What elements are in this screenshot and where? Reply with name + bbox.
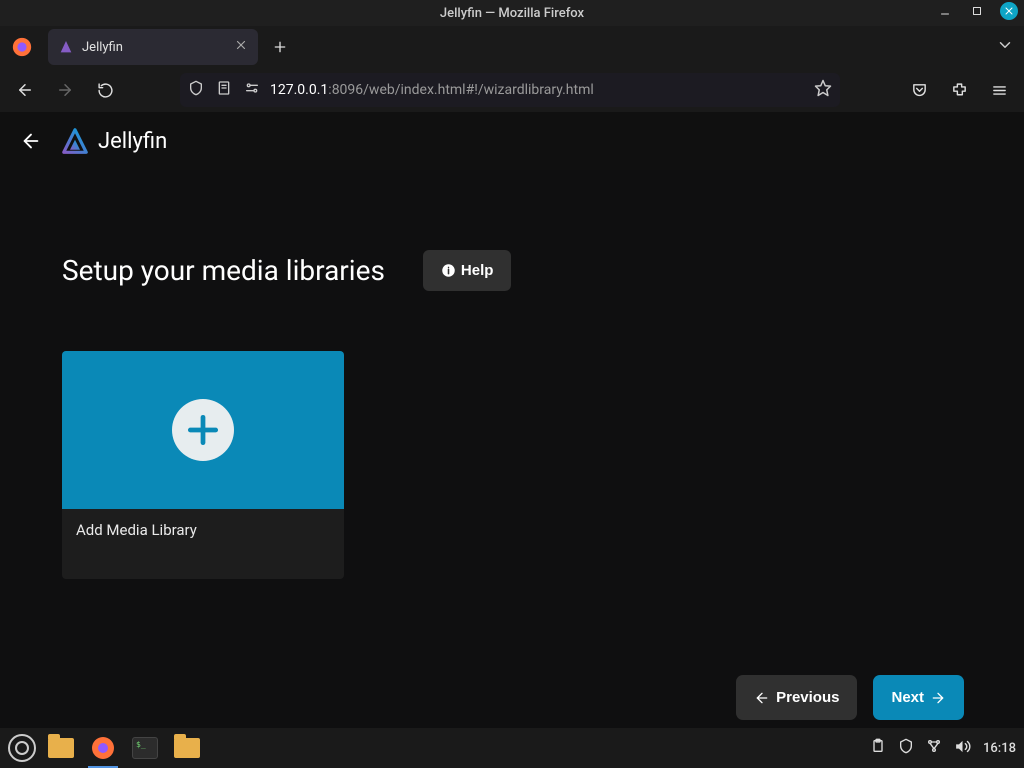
extensions-icon[interactable] <box>944 75 974 105</box>
minimize-button[interactable] <box>936 2 954 20</box>
new-tab-button[interactable] <box>266 33 294 61</box>
info-icon <box>441 263 457 279</box>
taskbar: $_ 16:18 <box>0 728 1024 768</box>
nav-forward-button[interactable] <box>50 75 80 105</box>
clock[interactable]: 16:18 <box>983 741 1016 756</box>
jellyfin-brand-text: Jellyfin <box>98 129 167 154</box>
jellyfin-header: Jellyfin <box>0 112 1024 170</box>
jellyfin-back-button[interactable] <box>16 126 46 156</box>
next-button[interactable]: Next <box>873 675 964 720</box>
tabs-dropdown-icon[interactable] <box>996 36 1014 58</box>
plus-circle-icon <box>172 399 234 461</box>
tab-close-icon[interactable] <box>234 38 248 56</box>
browser-tabstrip: Jellyfin <box>0 26 1024 68</box>
firefox-icon <box>8 33 36 61</box>
next-label: Next <box>891 689 924 706</box>
shield-icon[interactable] <box>188 80 204 100</box>
wizard-content: Setup your media libraries Help Add Medi… <box>0 170 1024 728</box>
tray-shield-icon[interactable] <box>898 738 914 758</box>
nav-back-button[interactable] <box>10 75 40 105</box>
maximize-button[interactable] <box>968 2 986 20</box>
taskbar-files[interactable] <box>44 733 78 763</box>
close-button[interactable] <box>1000 2 1018 20</box>
help-button[interactable]: Help <box>423 250 512 291</box>
permissions-icon[interactable] <box>244 80 260 100</box>
jellyfin-logo: Jellyfin <box>60 126 167 156</box>
browser-toolbar: 127.0.0.1:8096/web/index.html#!/wizardli… <box>0 68 1024 112</box>
taskbar-folder[interactable] <box>170 733 204 763</box>
taskbar-terminal[interactable]: $_ <box>128 733 162 763</box>
url-text: 127.0.0.1:8096/web/index.html#!/wizardli… <box>270 82 804 98</box>
add-library-label: Add Media Library <box>62 509 344 579</box>
url-bar[interactable]: 127.0.0.1:8096/web/index.html#!/wizardli… <box>180 73 840 107</box>
browser-tab[interactable]: Jellyfin <box>48 29 258 65</box>
jellyfin-logo-icon <box>60 126 90 156</box>
tab-label: Jellyfin <box>82 40 123 55</box>
add-library-card-top <box>62 351 344 509</box>
tray-volume-icon[interactable] <box>954 738 971 759</box>
app-menu-icon[interactable] <box>984 75 1014 105</box>
page-title: Setup your media libraries <box>62 254 385 287</box>
add-library-card[interactable]: Add Media Library <box>62 351 344 579</box>
tray-network-icon[interactable] <box>926 738 942 758</box>
reload-button[interactable] <box>90 75 120 105</box>
taskbar-firefox[interactable] <box>86 733 120 763</box>
start-menu-icon[interactable] <box>8 734 36 762</box>
bookmark-star-icon[interactable] <box>814 79 832 101</box>
previous-button[interactable]: Previous <box>736 675 857 720</box>
page-info-icon[interactable] <box>216 80 232 100</box>
window-title: Jellyfin — Mozilla Firefox <box>440 6 584 21</box>
tray-clipboard-icon[interactable] <box>870 738 886 758</box>
previous-label: Previous <box>776 689 839 706</box>
help-label: Help <box>461 262 494 279</box>
pocket-icon[interactable] <box>904 75 934 105</box>
window-titlebar: Jellyfin — Mozilla Firefox <box>0 0 1024 26</box>
jellyfin-favicon-icon <box>58 39 74 55</box>
